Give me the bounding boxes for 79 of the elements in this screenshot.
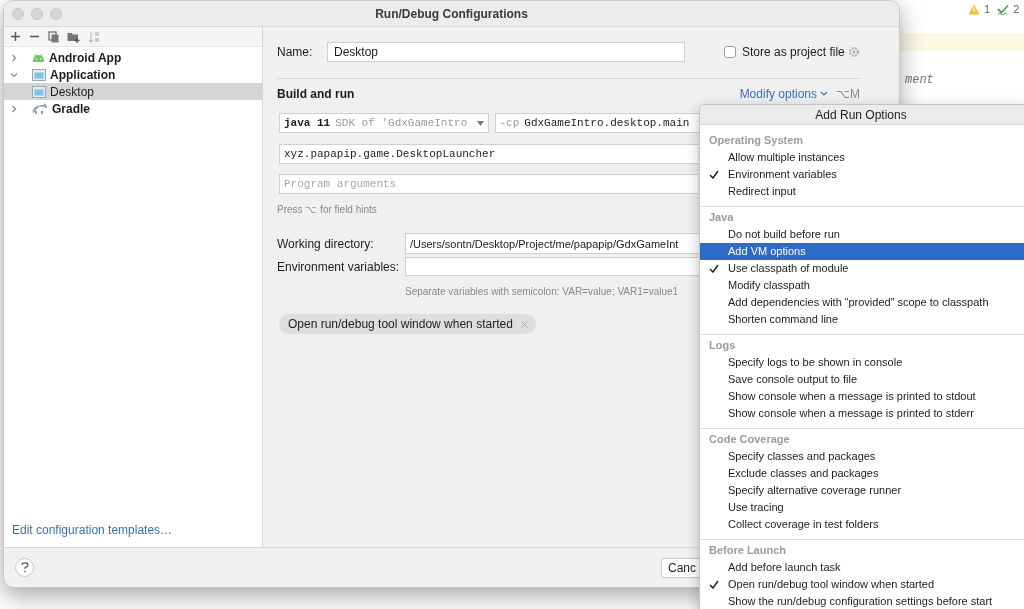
menu-item[interactable]: Show the run/debug configuration settings before start [700,593,1024,609]
expand-icon [10,53,18,62]
menu-item[interactable]: Shorten command line [700,311,1024,328]
tree-item[interactable]: Application [4,66,262,83]
section-header: Logs [708,338,737,353]
menu-item[interactable]: Specify logs to be shown in console [700,354,1024,371]
window-title: Run/Debug Configurations [375,5,528,23]
classpath-field[interactable]: -cp GdxGameIntro.desktop.main [494,113,699,133]
window-icon [32,85,46,98]
checkmark-icon [709,170,719,179]
warning-icon [968,3,980,15]
working-directory-field[interactable]: /Users/sontn/Desktop/Project/me/papapip/GdxGameInt [405,233,699,254]
menu-item[interactable]: Redirect input [700,183,1024,200]
tree-item[interactable]: Desktop [4,83,262,100]
question-icon [20,562,29,573]
window-control[interactable] [12,8,24,20]
popup-title: Add Run Options [700,105,1024,125]
menu-item[interactable]: Use tracing [700,499,1024,516]
menu-item[interactable]: Add before launch task [700,559,1024,576]
field-hint: Separate variables with semicolon: VAR=value; VAR1=value1 [405,285,679,299]
menu-item[interactable]: Do not build before run [700,226,1024,243]
new-folder-icon [67,30,80,43]
jre-dropdown[interactable]: java 11 SDK of 'GdxGameIntro [279,113,489,133]
menu-item[interactable]: Use classpath of module [700,260,1024,277]
help-button[interactable] [15,558,34,577]
menu-item[interactable]: Show console when a message is printed to stdout [700,388,1024,405]
menu-item[interactable]: Save console output to file [700,371,1024,388]
section-title: Build and run [277,86,355,103]
store-checkbox[interactable] [724,46,736,58]
menu-item[interactable]: Specify alternative coverage runner [700,482,1024,499]
store-label: Store as project file [742,44,845,61]
checkmark-icon [709,264,719,273]
elephant-icon [32,103,48,114]
menu-item[interactable]: Allow multiple instances [700,149,1024,166]
name-field[interactable]: Desktop [327,42,685,62]
environment-variables-label: Environment variables: [277,258,401,276]
program-arguments-field[interactable]: Program arguments [279,174,698,194]
code-text: ment [905,72,934,89]
dropdown-arrow-icon [476,120,484,126]
cancel-button[interactable]: Canc [661,558,700,578]
main-class-field[interactable]: xyz.papapip.game.DesktopLauncher [279,144,698,164]
option-chip[interactable]: Open run/debug tool window when started [279,314,536,334]
menu-item[interactable]: Add VM options [700,243,1024,260]
inspection-count: 2 [1013,2,1020,17]
menu-item[interactable]: Open run/debug tool window when started [700,576,1024,593]
section-header: Java [708,210,735,225]
chevron-down-icon [820,91,828,97]
check-icon [997,3,1010,15]
settings-icon [847,46,860,58]
menu-item[interactable]: Add dependencies with “provided” scope to classpath [700,294,1024,311]
modify-options-link[interactable]: Modify options [739,85,828,103]
section-header: Code Coverage [708,432,791,447]
android-icon [32,52,45,63]
menu-item[interactable]: Environment variables [700,166,1024,183]
sort-icon [88,30,100,43]
name-label: Name: [277,44,314,61]
window-control[interactable] [50,8,62,20]
section-header: Operating System [708,133,805,148]
tree-item[interactable]: Android App [4,49,262,66]
menu-item[interactable]: Show console when a message is printed to stderr [700,405,1024,422]
copy-icon [48,30,59,43]
window-control[interactable] [31,8,43,20]
close-icon [520,320,528,328]
menu-item[interactable]: Exclude classes and packages [700,465,1024,482]
window-icon [32,68,46,81]
environment-variables-field[interactable] [405,257,699,276]
menu-item[interactable]: Collect coverage in test folders [700,516,1024,533]
menu-item[interactable]: Modify classpath [700,277,1024,294]
add-icon [10,31,21,42]
working-directory-label: Working directory: [277,235,375,253]
tree-item[interactable]: Gradle [4,100,262,117]
checkmark-icon [709,580,719,589]
section-header: Before Launch [708,543,787,558]
shortcut-label: ⌥M [836,86,860,103]
collapse-icon [10,70,18,79]
expand-icon [10,104,18,113]
menu-item[interactable]: Specify classes and packages [700,448,1024,465]
templates-link[interactable]: Edit configuration templates… [12,521,262,539]
inspection-count: 1 [984,2,991,17]
